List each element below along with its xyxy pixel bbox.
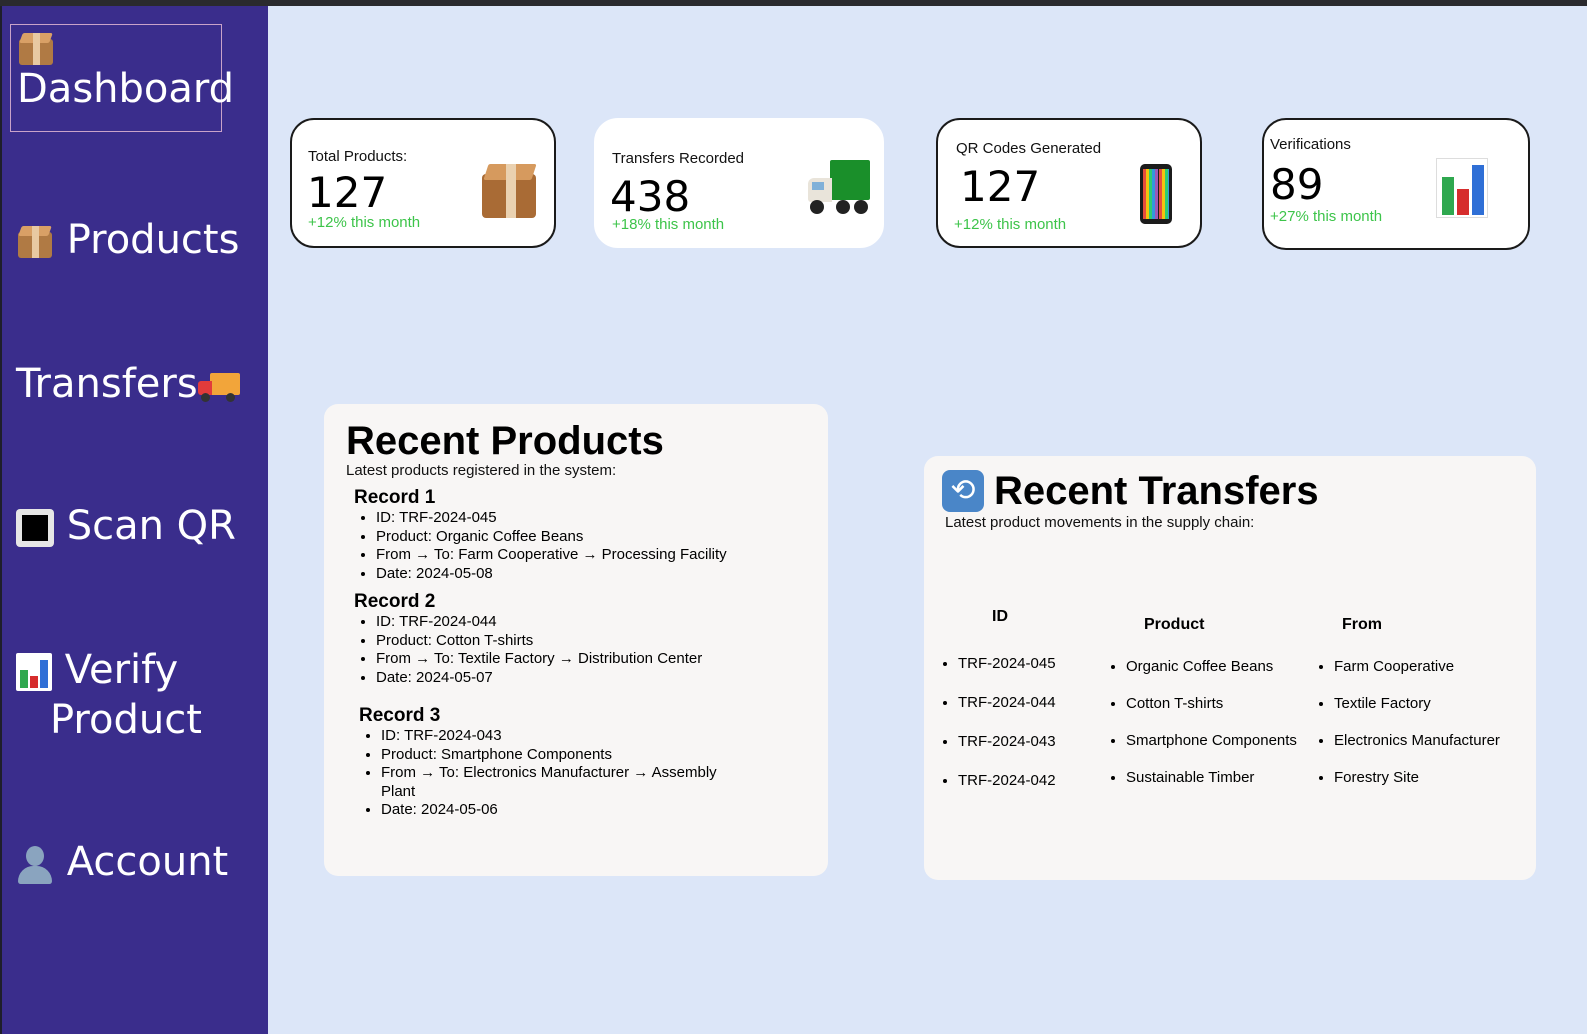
sidebar-item-label: Account — [66, 839, 229, 885]
mobile-phone-icon — [1140, 164, 1172, 224]
transfers-column-id: ID TRF-2024-045 TRF-2024-044 TRF-2024-04… — [942, 608, 1056, 800]
panel-subtitle: Latest product movements in the supply c… — [945, 514, 1255, 531]
sidebar: Dashboard Products Transfers Scan QR Ver… — [0, 6, 268, 1034]
list-item: From → To: Farm Cooperative → Processing… — [376, 546, 806, 565]
sidebar-item-dashboard[interactable]: Dashboard — [10, 24, 234, 132]
sidebar-item-label: Products — [66, 217, 240, 263]
stat-change: +27% this month — [1270, 208, 1383, 225]
list-item: Electronics Manufacturer — [1334, 722, 1500, 759]
user-icon — [16, 839, 54, 885]
list-item: TRF-2024-042 — [958, 761, 1056, 800]
sidebar-item-label: Dashboard — [17, 66, 235, 112]
record-details: ID: TRF-2024-045 Product: Organic Coffee… — [354, 509, 806, 583]
record-2: Record 2 ID: TRF-2024-044 Product: Cotto… — [354, 591, 806, 687]
list-item: TRF-2024-044 — [958, 683, 1056, 722]
list-item: Forestry Site — [1334, 759, 1500, 796]
stat-card-verifications: Verifications 89 +27% this month — [1262, 118, 1530, 250]
column-header: From — [1342, 616, 1382, 633]
package-icon — [16, 217, 54, 263]
record-title: Record 2 — [354, 591, 436, 612]
record-1: Record 1 ID: TRF-2024-045 Product: Organ… — [354, 487, 806, 583]
stat-label: Verifications — [1270, 136, 1351, 153]
list-item: TRF-2024-045 — [958, 644, 1056, 683]
record-details: ID: TRF-2024-044 Product: Cotton T-shirt… — [354, 613, 806, 687]
sidebar-item-account[interactable]: Account — [16, 838, 228, 886]
list-item: Product: Smartphone Components — [381, 746, 739, 765]
repeat-icon: ⟲ — [942, 470, 984, 512]
list-item: Product: Cotton T-shirts — [376, 632, 806, 651]
list-item: Textile Factory — [1334, 685, 1500, 722]
list-item: Date: 2024-05-06 — [381, 801, 739, 820]
stat-value: 89 — [1270, 160, 1324, 209]
stat-value: 438 — [610, 172, 691, 221]
sidebar-item-verify-product[interactable]: Verify — [16, 646, 178, 694]
sidebar-item-products[interactable]: Products — [16, 216, 239, 264]
sidebar-item-transfers[interactable]: Transfers — [16, 360, 240, 408]
column-header: Product — [1144, 616, 1205, 633]
list-item: From → To: Electronics Manufacturer → As… — [381, 764, 739, 801]
list-item: Sustainable Timber — [1126, 759, 1297, 796]
package-icon — [482, 160, 538, 220]
list-item: Date: 2024-05-08 — [376, 565, 806, 584]
bar-chart-icon — [16, 647, 52, 693]
sidebar-item-label: Transfers — [16, 361, 198, 407]
panel-header: ⟲ Recent Transfers — [942, 470, 1319, 512]
stat-label: Total Products: — [308, 148, 408, 165]
stat-change: +18% this month — [612, 216, 725, 233]
list-item: Smartphone Components — [1126, 722, 1297, 759]
list-item: From → To: Textile Factory → Distributio… — [376, 650, 806, 669]
panel-title: Recent Products — [346, 419, 664, 463]
sidebar-item-label: Verify — [64, 647, 179, 693]
list-item: Farm Cooperative — [1334, 648, 1500, 685]
stat-card-total-products: Total Products: 127 +12% this month — [290, 118, 556, 248]
transfers-column-from: From Farm Cooperative Textile Factory El… — [1318, 616, 1500, 796]
bar-chart-icon — [1436, 158, 1488, 218]
list-item: Date: 2024-05-07 — [376, 669, 806, 688]
sidebar-item-scan-qr[interactable]: Scan QR — [16, 502, 236, 550]
panel-subtitle: Latest products registered in the system… — [346, 462, 617, 479]
list-item: Cotton T-shirts — [1126, 685, 1297, 722]
record-title: Record 1 — [354, 487, 436, 508]
record-details: ID: TRF-2024-043 Product: Smartphone Com… — [359, 727, 739, 820]
recent-transfers-panel: ⟲ Recent Transfers Latest product moveme… — [924, 456, 1536, 880]
stat-card-transfers-recorded: Transfers Recorded 438 +18% this month — [594, 118, 884, 248]
truck-icon — [808, 160, 870, 216]
record-title: Record 3 — [359, 705, 441, 726]
list-item: ID: TRF-2024-045 — [376, 509, 806, 528]
stat-label: Transfers Recorded — [612, 150, 744, 167]
list-item: Product: Organic Coffee Beans — [376, 528, 806, 547]
list-item: ID: TRF-2024-043 — [381, 727, 739, 746]
stat-change: +12% this month — [308, 214, 421, 231]
stat-label: QR Codes Generated — [956, 140, 1102, 157]
transfers-column-product: Product Organic Coffee Beans Cotton T-sh… — [1110, 616, 1297, 796]
stat-value: 127 — [307, 168, 388, 217]
panel-title: Recent Transfers — [994, 469, 1319, 513]
column-header: ID — [992, 608, 1008, 625]
sidebar-item-label: Scan QR — [66, 503, 236, 549]
black-square-icon — [16, 503, 54, 549]
stat-value: 127 — [960, 162, 1041, 211]
list-item: Organic Coffee Beans — [1126, 648, 1297, 685]
truck-icon — [197, 361, 240, 407]
package-icon — [17, 27, 215, 67]
stat-change: +12% this month — [954, 216, 1067, 233]
stat-card-qr-codes: QR Codes Generated 127 +12% this month — [936, 118, 1202, 248]
record-3: Record 3 ID: TRF-2024-043 Product: Smart… — [359, 705, 739, 820]
list-item: ID: TRF-2024-044 — [376, 613, 806, 632]
sidebar-item-label-line2: Product — [50, 697, 202, 743]
recent-products-panel: Recent Products Latest products register… — [324, 404, 828, 876]
list-item: TRF-2024-043 — [958, 722, 1056, 761]
